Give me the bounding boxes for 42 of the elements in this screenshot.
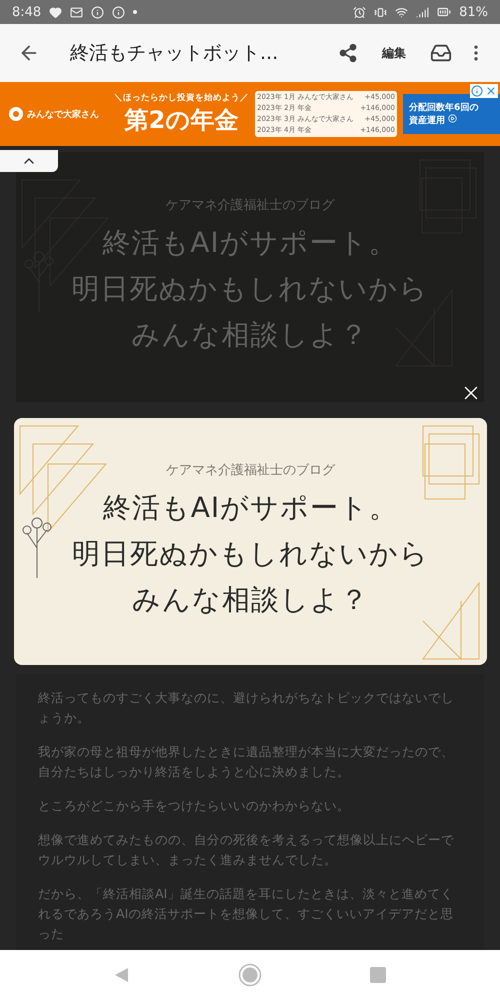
ad-brand: みんなで大家さん <box>27 108 99 120</box>
alarm-icon <box>353 6 366 18</box>
collapse-button[interactable] <box>0 150 58 172</box>
ad-side-text: 分配回数年6回の <box>409 102 480 114</box>
article-title: みんな相談しよ？ <box>132 317 368 353</box>
ad-close-icon[interactable] <box>485 85 497 97</box>
mail-icon <box>70 6 84 18</box>
share-icon[interactable] <box>338 43 358 63</box>
info-icon <box>112 6 126 18</box>
paragraph: ところがどこから手をつけたらいいのかわからない。 <box>38 797 351 815</box>
paragraph: 想像で進めてみたものの、自分の死後を考えるって想像以上にヘビーでウルウルしてしまい、まったく進みませんでした。 <box>38 831 455 869</box>
battery-percent: 81% <box>459 4 488 20</box>
popup-title: 明日死ぬかもしれないから <box>72 536 429 572</box>
ad-headline: 第2の年金 <box>124 105 238 136</box>
signal-icon <box>416 6 430 18</box>
info-icon <box>91 6 104 18</box>
article-title: 終活もAIがサポート。 <box>102 225 398 261</box>
edit-button[interactable]: 編集 <box>372 44 416 62</box>
tray-icon[interactable] <box>430 42 452 64</box>
paragraph: だから、「終活相談AI」誕生の話題を耳にしたときは、淡々と進めてくれるであろうAIの終活サポートを想像して、すごくいいアイデアだと思った <box>38 885 454 943</box>
paragraph: 我が家の母と祖母が他界したときに遺品整理が本当に大変だったので、自分たちはしっかり終活をしようと心に決めました。 <box>38 743 455 781</box>
logo-icon <box>8 106 24 122</box>
ad-side-text: 資産運用 <box>409 114 494 127</box>
popup-title: みんな相談しよ？ <box>132 582 369 618</box>
ad-side-panel[interactable]: 分配回数年6回の 資産運用 <box>403 94 500 134</box>
heart-icon <box>49 6 62 18</box>
wifi-icon <box>395 6 408 18</box>
battery-icon <box>437 5 452 19</box>
page-title: 終活もチャットボット... <box>70 41 280 66</box>
ad-tagline: ＼ほったらかし投資を始めよう／ <box>114 92 249 104</box>
paragraph: 終活ってものすごく大事なのに、避けられがちなトピックではないでしょうか。 <box>38 689 455 727</box>
blog-name: ケアマネ介護福祉士のブログ <box>166 197 334 214</box>
popup-title: 終活もAIがサポート。 <box>102 490 398 526</box>
home-nav-button[interactable] <box>238 963 262 987</box>
ad-info-icon[interactable] <box>471 85 483 97</box>
play-icon <box>448 114 457 123</box>
dot-icon <box>133 10 138 14</box>
vibrate-icon <box>374 6 388 18</box>
article-title: 明日死ぬかもしれないから <box>72 271 428 307</box>
blog-name: ケアマネ介護福祉士のブログ <box>166 462 335 478</box>
status-time: 8:48 <box>12 4 42 20</box>
back-nav-button[interactable] <box>114 967 130 983</box>
